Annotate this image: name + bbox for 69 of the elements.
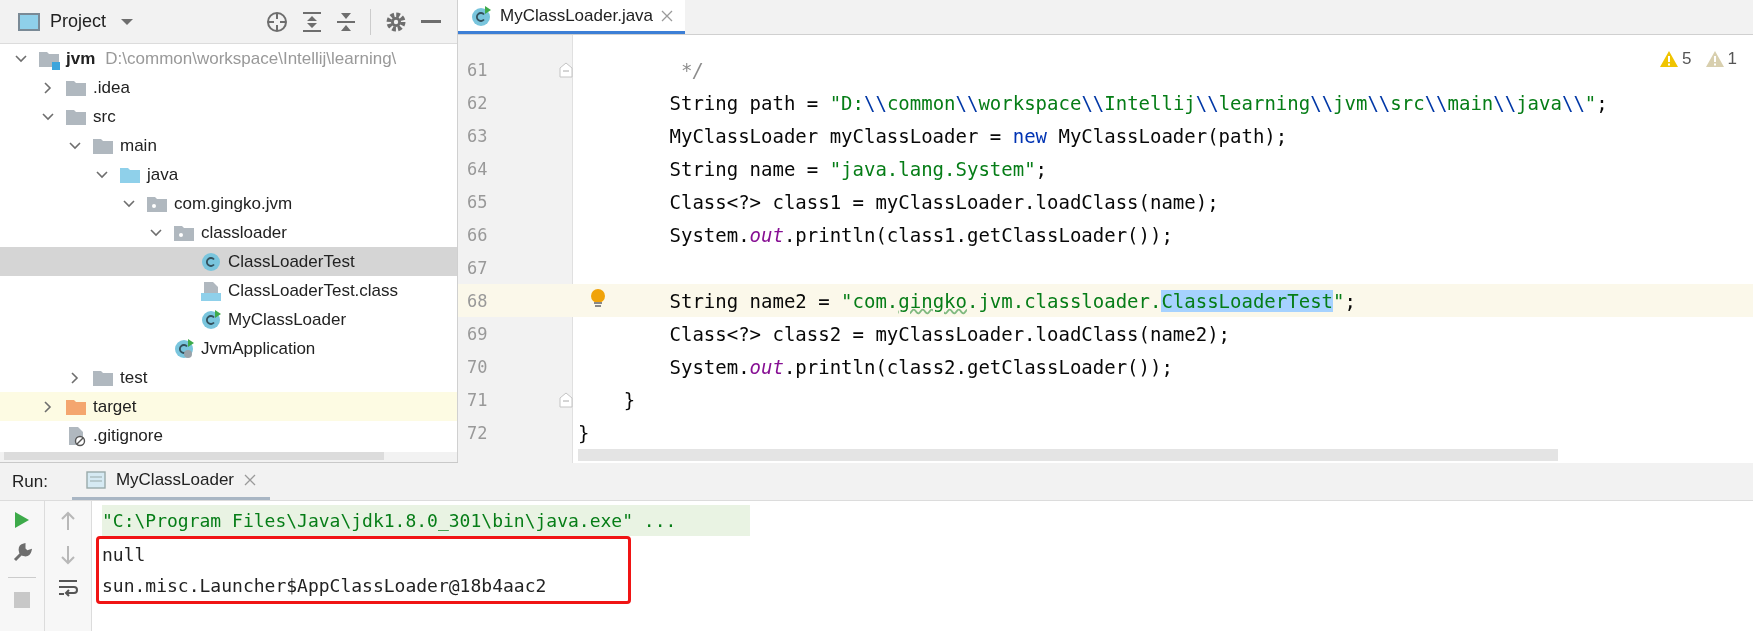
tree-item[interactable]: src [0,102,457,131]
collapse-all-icon[interactable] [336,10,356,33]
close-icon[interactable] [661,9,674,22]
code-line: String name = "java.lang.System"; [668,157,1048,180]
warning-icon [1705,51,1724,67]
tree-item[interactable]: target [0,392,457,421]
code-line: */ [679,58,704,81]
scrollbar[interactable] [4,452,384,460]
settings-icon[interactable] [385,10,407,33]
tree-item[interactable]: jvm D:\common\workspace\Intellij\learning\ [0,44,457,73]
tree-item[interactable]: test [0,363,457,392]
wrench-icon[interactable] [12,543,32,563]
code-line: Class<?> class2 = myClassLoader.loadClass(name2); [668,322,1231,345]
minimize-icon[interactable] [421,19,441,24]
code-line: MyClassLoader myClassLoader = new MyClassLoader(path); [668,124,1288,147]
tree-item[interactable]: .gitignore [0,421,457,450]
tree-item[interactable]: main [0,131,457,160]
class-icon [200,250,222,273]
code-line: System.out.println(class1.getClassLoader()); [668,223,1173,246]
code-line: String path = "D:\\common\\workspace\\Intellij\\learning\\jvm\\src\\main\\java\\"; [668,91,1608,114]
panel-title[interactable]: Project [50,11,107,32]
tree-item[interactable]: JvmApplication [0,334,457,363]
run-tab[interactable]: MyClassLoader [71,463,271,500]
module-path: D:\common\workspace\Intellij\learning\ [105,48,397,69]
line-number: 71 [466,389,489,410]
code-line: System.out.println(class2.getClassLoader()); [668,355,1173,378]
inspection-counter[interactable]: 1 [1705,49,1737,69]
lightbulb-icon[interactable] [590,288,606,310]
line-number: 66 [466,224,489,245]
line-number: 68 [466,290,489,311]
console-icon [85,471,106,489]
line-number: 64 [466,158,489,179]
editor-tab[interactable]: MyClassLoader.java [458,0,686,34]
close-icon[interactable] [244,474,257,486]
line-number: 63 [466,125,489,146]
soft-wrap-icon[interactable] [58,579,78,597]
run-icon[interactable] [14,511,30,529]
tree-item[interactable]: com.gingko.jvm [0,189,457,218]
code-line: } [622,388,636,411]
panel-title: Run: [11,471,49,492]
expand-all-icon[interactable] [302,10,322,33]
dropdown-icon[interactable] [120,17,135,26]
line-number: 65 [466,191,489,212]
class-icon [470,4,492,27]
tree-item[interactable]: ClassLoaderTest.class [0,276,457,305]
line-number: 67 [466,257,489,278]
class-icon [173,337,195,360]
window-icon [18,12,40,31]
tree-item[interactable]: classloader [0,218,457,247]
code-line: String name2 = "com.gingko.jvm.classloader.ClassLoaderTest"; [668,289,1356,312]
class-icon [200,308,222,331]
code-line: Class<?> class1 = myClassLoader.loadClass(name); [668,190,1219,213]
console-line: null [102,543,147,567]
warning-icon [1660,51,1679,67]
line-number: 70 [466,356,489,377]
console-line: sun.misc.Launcher$AppClassLoader@18b4aac2 [102,574,548,598]
inspection-counter[interactable]: 5 [1660,49,1692,69]
line-number: 62 [466,92,489,113]
class-icon [200,279,222,302]
line-number: 61 [466,59,489,80]
tree-item[interactable]: MyClassLoader [0,305,457,334]
scrollbar[interactable] [578,449,1558,461]
tree-item[interactable]: .idea [0,73,457,102]
tree-item[interactable]: ClassLoaderTest [0,247,457,276]
line-number: 72 [466,422,489,443]
code-line: } [577,421,590,444]
line-number: 69 [466,323,489,344]
locate-icon[interactable] [266,10,288,33]
tree-item[interactable]: java [0,160,457,189]
